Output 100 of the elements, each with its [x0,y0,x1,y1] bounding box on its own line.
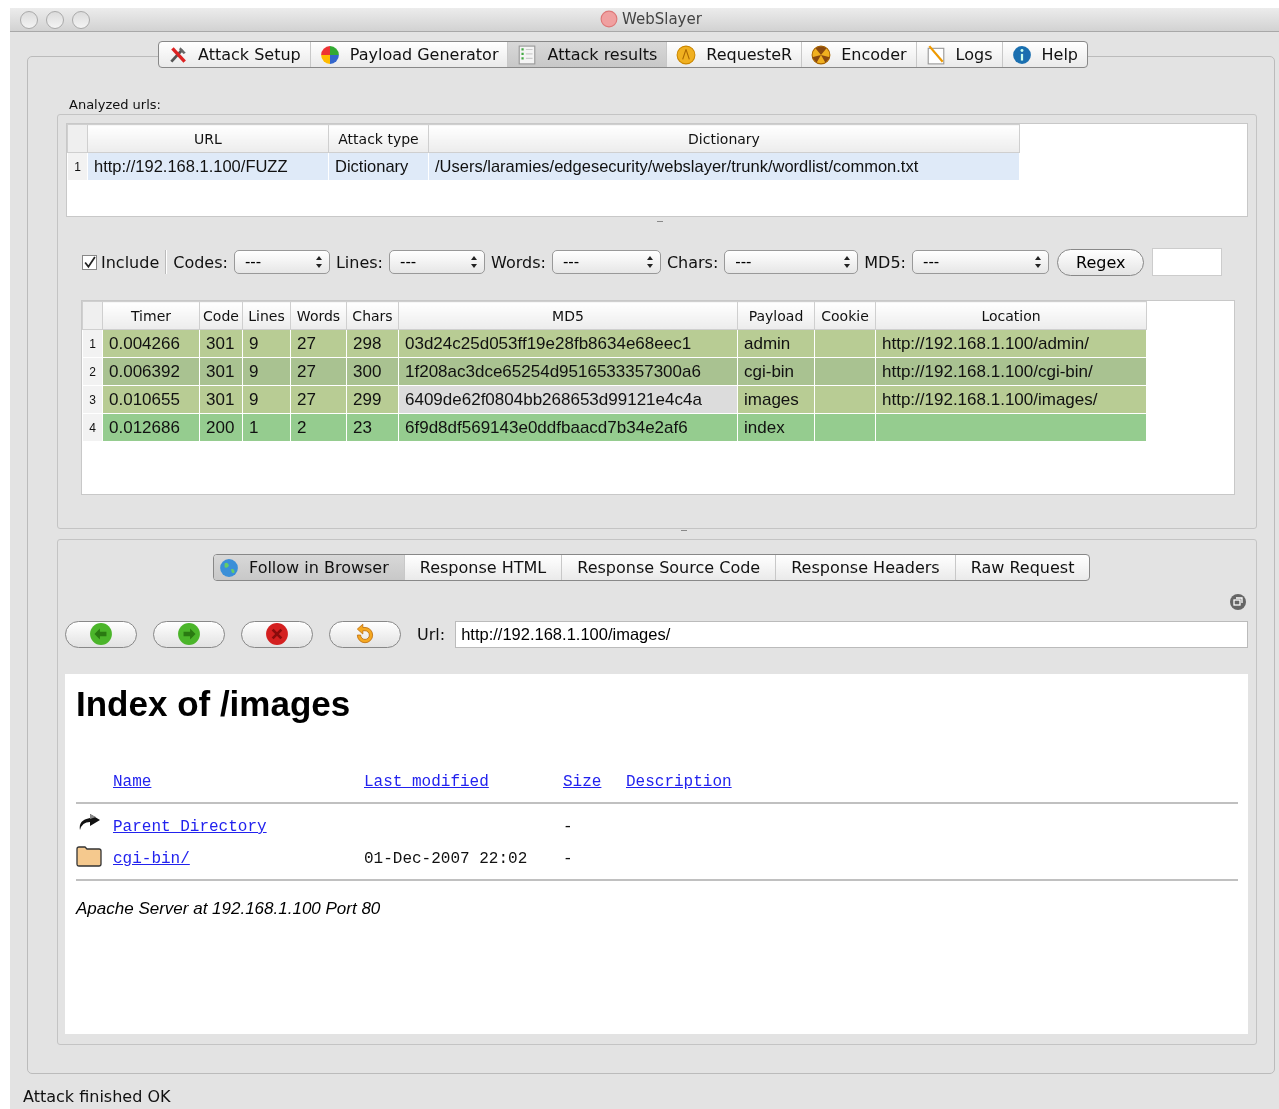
column-link[interactable]: Size [563,773,602,791]
table-cell: cgi-bin [737,357,815,386]
table-cell: images [737,385,815,414]
table-cell: 301 [199,329,243,358]
table-cell: 0.010655 [102,385,200,414]
column-header[interactable]: Attack type [328,124,429,153]
notepad-icon [925,44,946,65]
tab[interactable]: RequesteR [667,42,803,67]
column-header[interactable]: Timer [102,301,200,330]
table-row[interactable]: 2 0.006392 301 9 27 300 1f208ac3dce65254d9516533357300a6 cgi-bin http://192.168.1.100/cgi-bin/ [82,357,1147,386]
row-number: 1 [82,329,103,358]
tab[interactable]: Logs [916,42,1003,67]
tab[interactable]: Response Source Code [562,555,777,580]
table-cell: 1 [242,413,291,442]
table-cell: 6f9d8df569143e0ddfbaacd7b34e2af6 [398,413,738,442]
table-cell: http://192.168.1.100/images/ [875,385,1147,414]
nav-button[interactable] [153,620,225,648]
row-number: 1 [67,152,88,181]
table-cell: 23 [346,413,399,442]
nav-button[interactable] [65,620,137,648]
checkbox[interactable] [82,254,97,270]
table-cell: 200 [199,413,243,442]
spinner-arrows-icon [1034,255,1042,269]
table-row[interactable]: 1 0.004266 301 9 27 298 03d24c25d053ff19e28fb8634e68eec1 admin http://192.168.1.100/admin/ [82,329,1147,358]
column-header[interactable]: Location [875,301,1147,330]
table-row[interactable]: 3 0.010655 301 9 27 299 6409de62f0804bb268653d99121e4c4a images http://192.168.1.100/images/ [82,385,1147,414]
table-cell: 1f208ac3dce65254d9516533357300a6 [398,357,738,386]
tab[interactable]: Encoder [802,42,917,67]
table-cell [814,413,876,442]
column-link[interactable]: Last modified [364,773,489,791]
table-cell: 9 [242,329,291,358]
tab[interactable]: Payload Generator [310,42,509,67]
table-cell [814,357,876,386]
column-header[interactable]: Cookie [814,301,876,330]
table-cell [814,385,876,414]
minimize-button[interactable] [46,10,64,29]
tab[interactable]: Response Headers [776,555,956,580]
dropdown[interactable]: --- [551,250,661,274]
regex-field[interactable] [1152,248,1223,276]
spinner-arrows-icon [314,255,323,269]
filter-label: MD5: [864,252,906,272]
tab[interactable]: Raw Request [955,555,1090,580]
table-cell: 2 [290,413,347,442]
spinner-arrows-icon [645,255,654,269]
column-header[interactable]: Code [199,301,243,330]
file-link[interactable]: Parent Directory [113,818,267,836]
table-row[interactable]: 4 0.012686 200 1 2 23 6f9d8df569143e0ddfbaacd7b34e2af6 index [82,413,1147,442]
table-cell: /Users/laramies/edgesecurity/webslayer/trunk/wordlist/common.txt [428,152,1020,181]
close-button[interactable] [20,10,38,29]
dropdown[interactable]: --- [389,250,485,274]
info-icon [1011,44,1032,65]
regex-button[interactable]: Regex [1057,248,1145,276]
column-header[interactable]: Payload [737,301,815,330]
tab[interactable]: Response HTML [404,555,563,580]
url-field[interactable]: http://192.168.1.100/images/ [455,620,1248,648]
dropdown[interactable]: --- [233,250,330,274]
column-link[interactable]: Name [113,773,152,791]
table-cell: http://192.168.1.100/admin/ [875,329,1147,358]
tab[interactable]: Attack results [508,42,668,67]
table-cell: 301 [199,357,243,386]
column-header[interactable]: Words [290,301,347,330]
table-cell: 301 [199,385,243,414]
table-cell: Dictionary [328,152,429,181]
row-number: 4 [82,413,103,442]
nav-button[interactable] [241,620,313,648]
column-header[interactable]: Dictionary [428,124,1020,153]
table-cell: index [737,413,815,442]
checkbox-label: Include [101,252,160,272]
dropdown[interactable]: --- [724,250,859,274]
filter-label: Words: [491,252,546,272]
column-link[interactable]: Description [626,773,732,791]
radiation-orb-icon [811,44,832,65]
zoom-button[interactable] [72,10,90,29]
table-cell: 0.012686 [102,413,200,442]
row-number: 2 [82,357,103,386]
table-cell [814,329,876,358]
column-header[interactable]: MD5 [398,301,738,330]
row-number: 3 [82,385,103,414]
column-header[interactable]: Chars [346,301,399,330]
app-icon [600,10,618,28]
window-title: WebSlayer [622,10,702,28]
restore-icon[interactable] [1229,593,1247,611]
tab[interactable]: Attack Setup [159,42,311,67]
quadrant-orb-icon [319,44,340,65]
table-cell: http://192.168.1.100/cgi-bin/ [875,357,1147,386]
filter-label: Chars: [666,252,719,272]
table-cell: http://192.168.1.100/FUZZ [87,152,329,181]
table-cell: 6409de62f0804bb268653d99121e4c4a [398,385,738,414]
file-size: - [563,850,574,868]
tab[interactable]: Help [1002,42,1087,67]
dropdown[interactable]: --- [912,250,1049,274]
table-cell: 27 [290,329,347,358]
spinner-arrows-icon [843,255,852,269]
column-header[interactable]: Lines [242,301,291,330]
status-text: Attack finished OK [23,1087,172,1106]
back-icon [89,622,113,646]
file-link[interactable]: cgi-bin/ [113,850,190,868]
tab[interactable]: Follow in Browser [214,555,405,580]
forward-icon [177,622,201,646]
column-header[interactable]: URL [87,124,329,153]
